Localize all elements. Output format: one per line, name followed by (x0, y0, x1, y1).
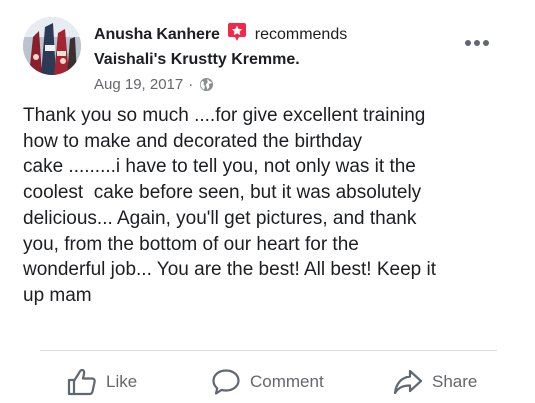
share-button[interactable]: Share (393, 362, 477, 402)
meta-separator: · (188, 76, 194, 93)
comment-bubble-icon (212, 369, 240, 395)
recommend-badge-icon (227, 22, 247, 42)
thumbs-up-icon (67, 368, 96, 396)
avatar[interactable] (23, 17, 81, 75)
post-date[interactable]: Aug 19, 2017 (94, 76, 183, 93)
post-meta: Aug 19, 2017 · (94, 76, 475, 93)
like-button[interactable]: Like (67, 362, 137, 402)
page-name[interactable]: Vaishali's Krustty Kremme. (94, 50, 475, 70)
more-dot (483, 40, 489, 46)
header-line: Anusha Kanhere recommends (94, 22, 475, 46)
more-dot (474, 40, 480, 46)
globe-icon (200, 77, 214, 92)
recommends-text: recommends (254, 26, 348, 43)
share-label: Share (432, 372, 478, 391)
share-arrow-icon (393, 369, 423, 395)
comment-label: Comment (250, 372, 324, 391)
author-name[interactable]: Anusha Kanhere (94, 26, 220, 44)
post-header: Anusha Kanhere recommends Vaishali's Kru… (94, 22, 475, 93)
post-actions: Like Comment Share (0, 362, 535, 402)
recommendation-post: Anusha Kanhere recommends Vaishali's Kru… (0, 0, 535, 403)
more-dot (465, 40, 471, 46)
comment-button[interactable]: Comment (211, 362, 324, 402)
more-options-button[interactable] (465, 40, 489, 46)
avatar-photo (23, 17, 81, 75)
post-body: Thank you so much ....for give excellent… (23, 105, 436, 306)
divider (40, 350, 497, 351)
like-label: Like (106, 372, 138, 391)
